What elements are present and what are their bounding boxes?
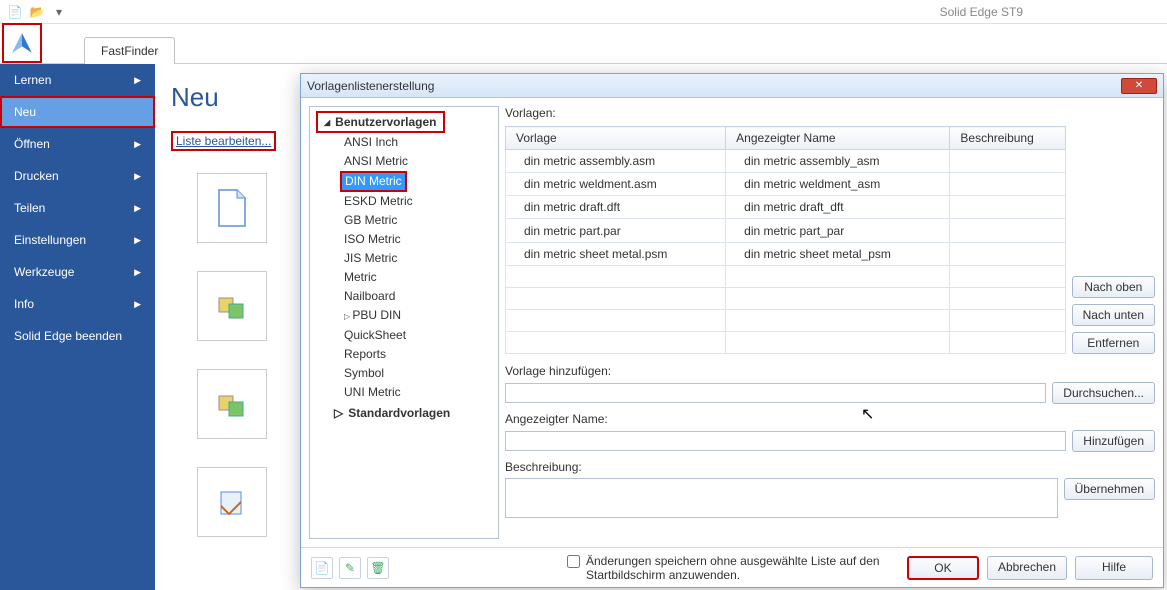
tree-item[interactable]: PBU DIN [340,306,498,326]
sidebar-item-label: Solid Edge beenden [14,329,122,343]
apply-button[interactable]: Übernehmen [1064,478,1155,500]
display-name-label: Angezeigter Name: [505,412,1155,426]
sidebar-item-label: Einstellungen [14,233,86,247]
tree-item[interactable]: UNI Metric [340,383,498,402]
sidebar-item-teilen[interactable]: Teilen ▶ [0,192,155,224]
tree-root-standard[interactable]: ▷ Standardvorlagen [328,404,498,422]
checkbox-input[interactable] [567,555,580,568]
description-input[interactable] [505,478,1058,518]
sidebar-item-label: Drucken [14,169,59,183]
templates-label: Vorlagen: [505,106,1155,120]
tree-root-user[interactable]: ◢ Benutzervorlagen [316,111,445,133]
col-header-vorlage[interactable]: Vorlage [506,127,726,150]
cancel-button[interactable]: Abbrechen [987,556,1067,580]
table-row[interactable]: din metric draft.dftdin metric draft_dft [506,196,1066,219]
table-row[interactable]: din metric weldment.asmdin metric weldme… [506,173,1066,196]
table-row-empty [506,331,1066,353]
close-button[interactable]: ✕ [1121,78,1157,94]
template-list-dialog: Vorlagenlistenerstellung ✕ ◢ Benutzervorl… [300,73,1164,588]
sidebar-item-info[interactable]: Info ▶ [0,288,155,320]
tree-item[interactable]: Metric [340,268,498,287]
tree-item[interactable]: Reports [340,345,498,364]
chevron-right-icon: ▶ [134,235,141,246]
backstage-sidebar: Lernen ▶ Neu Öffnen ▶ Drucken ▶ Teilen ▶ Ein… [0,64,155,590]
tree-item[interactable]: GB Metric [340,211,498,230]
template-tree[interactable]: ◢ Benutzervorlagen ANSI InchANSI MetricDI… [309,106,499,539]
template-tile-assembly[interactable] [197,271,267,341]
tree-item[interactable]: QuickSheet [340,326,498,345]
chevron-right-icon: ▶ [134,203,141,214]
table-row[interactable]: din metric assembly.asmdin metric assemb… [506,150,1066,173]
qat-dropdown-icon[interactable]: ▾ [51,4,67,20]
chevron-right-icon: ▶ [134,299,141,310]
table-row[interactable]: din metric sheet metal.psmdin metric she… [506,242,1066,265]
ribbon-header-row: FastFinder [0,24,1167,64]
save-without-apply-checkbox[interactable]: Änderungen speichern ohne ausgewählte Li… [567,554,899,582]
template-tile-part[interactable] [197,369,267,439]
checkbox-label: Änderungen speichern ohne ausgewählte Li… [586,554,899,582]
col-header-angezeigter-name[interactable]: Angezeigter Name [726,127,950,150]
delete-list-icon[interactable]: 🗑 [367,557,389,579]
tree-item[interactable]: ANSI Metric [340,152,498,171]
sidebar-item-drucken[interactable]: Drucken ▶ [0,160,155,192]
sidebar-item-beenden[interactable]: Solid Edge beenden [0,320,155,352]
table-row-empty [506,287,1066,309]
tree-item[interactable]: ISO Metric [340,230,498,249]
tree-item[interactable]: DIN Metric [340,171,407,192]
chevron-right-icon: ▶ [134,171,141,182]
expand-icon: ▷ [334,406,343,420]
sidebar-item-label: Öffnen [14,137,50,151]
tree-item[interactable]: ANSI Inch [340,133,498,152]
ok-button[interactable]: OK [907,556,979,580]
templates-table[interactable]: Vorlage Angezeigter Name Beschreibung di… [505,126,1066,354]
browse-button[interactable]: Durchsuchen... [1052,382,1155,404]
chevron-right-icon: ▶ [134,75,141,86]
tree-item[interactable]: JIS Metric [340,249,498,268]
app-title: Solid Edge ST9 [940,5,1023,19]
dialog-title: Vorlagenlistenerstellung [307,79,434,93]
sidebar-item-neu[interactable]: Neu [0,96,155,128]
tree-root-label: Benutzervorlagen [335,115,436,129]
ribbon-tab-fastfinder[interactable]: FastFinder [84,37,175,64]
collapse-icon: ◢ [324,118,330,127]
template-tile-sheetmetal[interactable] [197,467,267,537]
add-template-input[interactable] [505,383,1046,403]
col-header-beschreibung[interactable]: Beschreibung [950,127,1065,150]
table-row[interactable]: din metric part.pardin metric part_par [506,219,1066,242]
move-down-button[interactable]: Nach unten [1072,304,1155,326]
app-logo[interactable] [2,23,42,63]
quick-access-toolbar: 📄 📂 ▾ Solid Edge ST9 [0,0,1167,24]
move-up-button[interactable]: Nach oben [1072,276,1155,298]
template-tile-document[interactable] [197,173,267,243]
tree-item[interactable]: Nailboard [340,287,498,306]
sidebar-item-werkzeuge[interactable]: Werkzeuge ▶ [0,256,155,288]
new-file-icon[interactable]: 📄 [7,4,23,20]
new-list-icon[interactable]: 📄 [311,557,333,579]
open-file-icon[interactable]: 📂 [29,4,45,20]
add-button[interactable]: Hinzufügen [1072,430,1155,452]
description-label: Beschreibung: [505,460,1155,474]
add-template-label: Vorlage hinzufügen: [505,364,1155,378]
display-name-input[interactable] [505,431,1066,451]
sidebar-item-einstellungen[interactable]: Einstellungen ▶ [0,224,155,256]
edit-list-link[interactable]: Liste bearbeiten... [171,131,276,151]
table-row-empty [506,309,1066,331]
remove-button[interactable]: Entfernen [1072,332,1155,354]
tree-item[interactable]: Symbol [340,364,498,383]
sidebar-item-label: Werkzeuge [14,265,74,279]
sidebar-item-label: Info [14,297,34,311]
edit-list-icon[interactable]: ✎ [339,557,361,579]
sidebar-item-label: Teilen [14,201,45,215]
chevron-right-icon: ▶ [134,139,141,150]
sidebar-item-oeffnen[interactable]: Öffnen ▶ [0,128,155,160]
tree-root-label: Standardvorlagen [348,406,450,420]
sidebar-item-lernen[interactable]: Lernen ▶ [0,64,155,96]
sidebar-item-label: Lernen [14,73,51,87]
help-button[interactable]: Hilfe [1075,556,1153,580]
table-row-empty [506,265,1066,287]
tree-item[interactable]: ESKD Metric [340,192,498,211]
sidebar-item-label: Neu [14,105,36,119]
chevron-right-icon: ▶ [134,267,141,278]
dialog-titlebar[interactable]: Vorlagenlistenerstellung ✕ [301,74,1163,98]
